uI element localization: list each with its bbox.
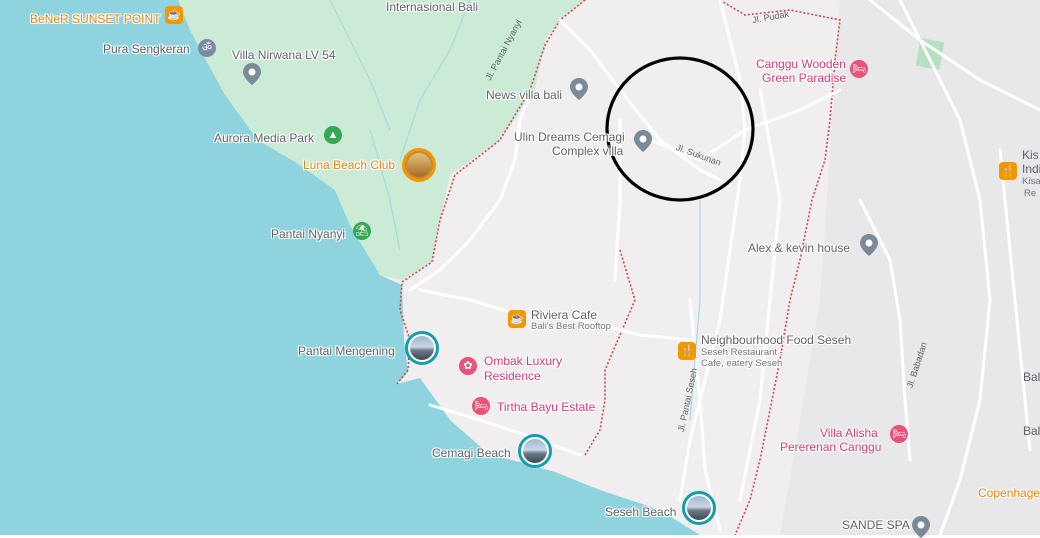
place-kis-line2[interactable]: Indi bbox=[1022, 162, 1040, 176]
place-bal-1[interactable]: Bal bbox=[1023, 370, 1040, 384]
place-neighbourhood-food[interactable]: Neighbourhood Food Seseh bbox=[701, 333, 851, 347]
hotel-bed-icon[interactable]: 🛏 bbox=[472, 397, 490, 415]
place-ombak-luxury-line2[interactable]: Residence bbox=[484, 369, 541, 383]
place-bal-2[interactable]: Bal bbox=[1023, 424, 1040, 438]
place-bener-sunset-point[interactable]: BeNeR SUNSET POINT bbox=[30, 12, 160, 26]
fork-knife-icon[interactable]: 🍴 bbox=[999, 162, 1017, 180]
place-neighbourhood-food-sub1: Seseh Restaurant - bbox=[701, 347, 783, 358]
place-villa-alisha-line2[interactable]: Pererenan Canggu bbox=[780, 440, 881, 454]
place-villa-nirwana[interactable]: Villa Nirwana LV 54 bbox=[232, 48, 336, 62]
place-sande-spa[interactable]: SANDE SPA bbox=[842, 518, 910, 532]
tree-icon[interactable]: ▲ bbox=[324, 126, 342, 144]
place-ulin-dreams-line2[interactable]: Complex villa bbox=[552, 144, 623, 158]
place-canggu-wooden[interactable]: Canggu Wooden bbox=[756, 57, 846, 71]
seseh-beach-photo-icon[interactable] bbox=[682, 491, 716, 525]
hotel-bed-icon[interactable]: 🛏 bbox=[850, 60, 868, 78]
location-pin-icon[interactable] bbox=[570, 78, 588, 100]
place-pura-sengkeran[interactable]: Pura Sengkeran bbox=[103, 42, 190, 56]
temple-icon[interactable]: ॐ bbox=[198, 39, 216, 57]
place-copenhagen[interactable]: Copenhage bbox=[978, 486, 1040, 500]
fork-knife-icon[interactable]: 🍴 bbox=[678, 342, 696, 360]
place-seseh-beach[interactable]: Seseh Beach bbox=[605, 505, 676, 519]
beach-umbrella-icon[interactable]: ⛱ bbox=[353, 222, 371, 240]
hotel-bed-icon[interactable]: 🛏 bbox=[890, 425, 908, 443]
place-luna-beach-club[interactable]: Luna Beach Club bbox=[303, 158, 395, 172]
pantai-mengening-photo-icon[interactable] bbox=[405, 331, 439, 365]
place-kis-line4: Re bbox=[1024, 188, 1037, 199]
place-pantai-mengening[interactable]: Pantai Mengening bbox=[298, 344, 395, 358]
place-alex-kevin-house[interactable]: Alex & kevin house bbox=[748, 241, 850, 255]
luna-beach-club-photo-icon[interactable] bbox=[402, 148, 436, 182]
place-ombak-luxury[interactable]: Ombak Luxury bbox=[484, 354, 562, 368]
coffee-cup-icon[interactable]: ☕ bbox=[508, 310, 526, 328]
place-riviera-cafe[interactable]: Riviera Cafe bbox=[531, 308, 597, 322]
place-tirtha-bayu-estate[interactable]: Tirtha Bayu Estate bbox=[497, 400, 595, 414]
location-pin-icon[interactable] bbox=[243, 63, 261, 85]
location-pin-icon[interactable] bbox=[860, 234, 878, 256]
place-aurora-media-park[interactable]: Aurora Media Park bbox=[214, 131, 314, 145]
place-canggu-wooden-line2[interactable]: Green Paradise bbox=[762, 71, 846, 85]
cemagi-beach-photo-icon[interactable] bbox=[518, 434, 552, 468]
location-pin-icon[interactable] bbox=[634, 130, 652, 152]
place-pantai-nyanyi[interactable]: Pantai Nyanyi bbox=[271, 227, 345, 241]
place-villa-alisha[interactable]: Villa Alisha bbox=[820, 426, 878, 440]
place-kis[interactable]: Kis bbox=[1022, 148, 1039, 162]
place-riviera-cafe-sub: Bali's Best Rooftop bbox=[531, 321, 611, 332]
cafe-icon[interactable]: ☕ bbox=[165, 6, 183, 24]
place-cemagi-beach[interactable]: Cemagi Beach bbox=[432, 446, 511, 460]
place-neighbourhood-food-sub2: Cafe, eatery Seseh bbox=[701, 358, 783, 369]
place-internasional-bali[interactable]: Internasional Bali bbox=[386, 0, 478, 14]
place-ulin-dreams[interactable]: Ulin Dreams Cemagi bbox=[514, 130, 625, 144]
place-news-villa-bali[interactable]: News villa bali bbox=[486, 88, 562, 102]
place-kis-line3: Kisa bbox=[1022, 176, 1040, 187]
hotel-bed-icon[interactable]: ✿ bbox=[459, 357, 477, 375]
